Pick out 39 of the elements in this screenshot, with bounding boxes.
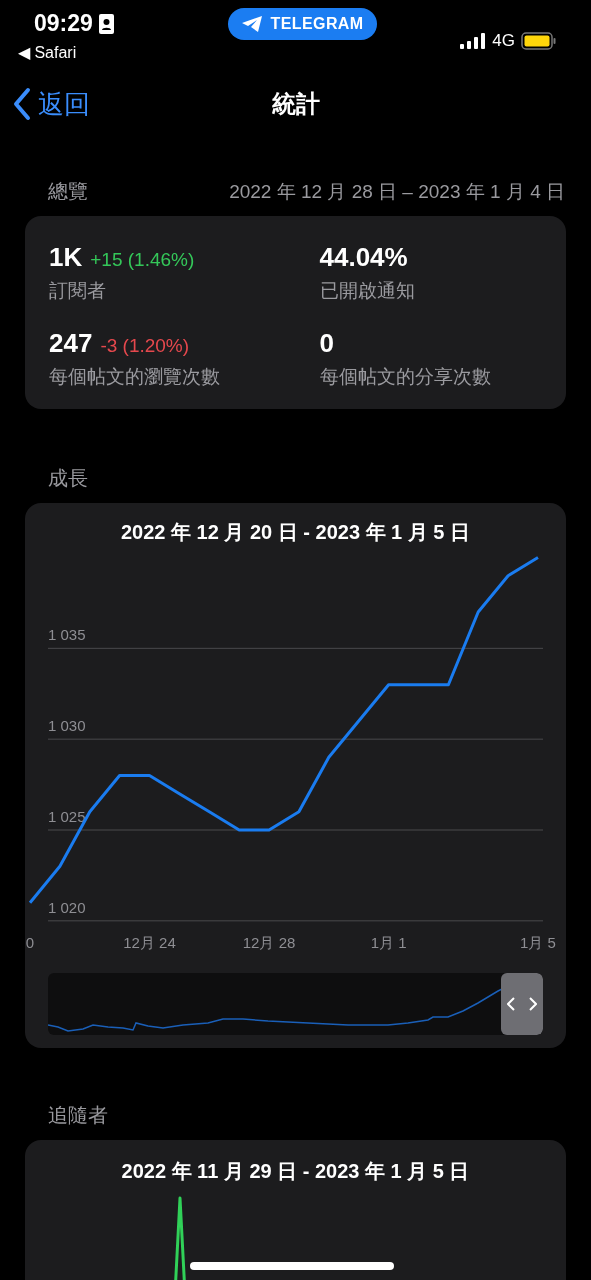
chevron-left-icon [507, 997, 515, 1011]
stat-value: 1K [49, 241, 83, 274]
section-heading: 成長 [47, 466, 89, 491]
axis-label: 1 020 [48, 898, 86, 916]
telegram-pill[interactable]: TELEGRAM [227, 8, 377, 40]
back-button[interactable]: 返回 [12, 84, 90, 124]
axis-label: 12月 24 [123, 934, 176, 951]
clock-time: 09:29 [34, 12, 93, 35]
network-label: 4G [492, 30, 515, 52]
signal-icon [460, 32, 487, 49]
axis-label: 1月 5 [520, 934, 556, 951]
stat-label: 已開啟通知 [319, 279, 416, 303]
stat-label: 訂閱者 [49, 279, 107, 303]
battery-icon [521, 31, 557, 50]
range-handle[interactable] [501, 973, 543, 1035]
axis-label: 1月 1 [370, 934, 407, 951]
stat-value: 247 [49, 326, 93, 360]
stat-label: 每個帖文的瀏覽次數 [49, 364, 221, 389]
date-range: 2022 年 12 月 28 日 – 2023 年 1 月 4 日 [229, 179, 565, 204]
chart-title: 2022 年 12 月 20 日 - 2023 年 1 月 5 日 [119, 520, 472, 545]
stat-change: +15 (1.46%) [90, 248, 195, 272]
back-to-app-link[interactable]: ◀ Safari [18, 41, 114, 65]
axis-label: 1 030 [48, 717, 86, 735]
section-heading: 追隨者 [47, 1103, 109, 1128]
axis-label: 12月 28 [242, 934, 296, 951]
axis-label: 0 [25, 934, 35, 951]
chevron-left-icon [12, 87, 32, 121]
chevron-right-icon [529, 997, 537, 1011]
axis-label: 1 035 [48, 626, 86, 644]
chart-title: 2022 年 11 月 29 日 - 2023 年 1 月 5 日 [120, 1159, 471, 1184]
axis-label: 1 025 [48, 808, 86, 825]
stat-value: 0 [319, 326, 334, 360]
stat-change: -3 (1.20%) [100, 333, 190, 358]
stat-value: 44.04% [319, 241, 408, 274]
contact-card-icon [98, 13, 114, 34]
paper-plane-icon [240, 15, 263, 33]
stat-label: 每個帖文的分享次數 [319, 364, 492, 389]
page-title: 統計 [271, 89, 320, 119]
section-heading: 總覽 [48, 179, 88, 204]
